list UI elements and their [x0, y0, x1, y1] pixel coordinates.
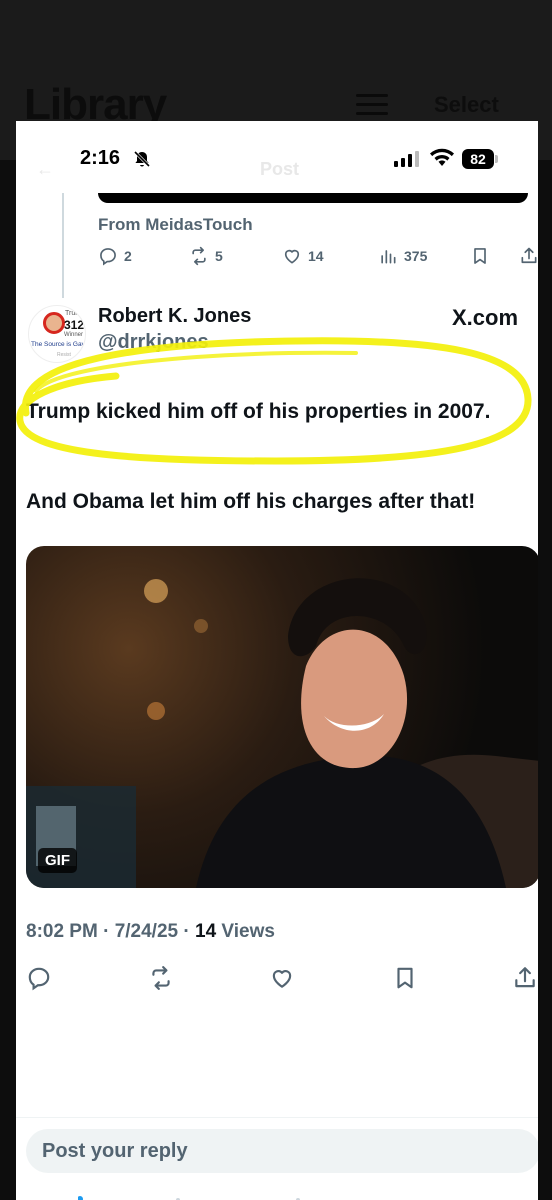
select-button[interactable]: Select: [434, 92, 499, 118]
cellular-signal-icon: [394, 151, 419, 167]
wifi-icon: [430, 148, 454, 166]
reply-input[interactable]: Post your reply: [26, 1129, 538, 1173]
avatar-winner-label: Winner: [64, 332, 84, 338]
post-time: 8:02 PM: [26, 921, 98, 942]
avatar-face-icon: [43, 312, 65, 334]
author-handle[interactable]: @drrkjones: [98, 331, 209, 354]
battery-level: 82: [462, 149, 494, 169]
divider: [16, 1117, 538, 1118]
repost-icon: [152, 966, 170, 990]
reply-icon: [100, 248, 116, 266]
bookmark-button[interactable]: [392, 965, 418, 991]
gif-image: [26, 578, 538, 888]
status-bar: 2:16 ← Post 82: [16, 121, 538, 191]
menu-icon[interactable]: [356, 94, 388, 116]
post-text-line-1: Trump kicked him off of his properties i…: [26, 400, 491, 423]
battery-icon: 82: [462, 149, 502, 169]
like-button[interactable]: 14: [282, 245, 324, 267]
avatar-top-label: Trump: [65, 310, 85, 317]
quoted-media-edge: [98, 193, 528, 203]
share-icon: [521, 247, 537, 264]
reply-icon: [28, 967, 50, 991]
avatar-caption: The Source is Gay: [31, 341, 85, 348]
views-button[interactable]: 375: [378, 245, 427, 267]
post-actions: [16, 965, 538, 991]
repost-button[interactable]: [148, 965, 174, 991]
reply-button[interactable]: 2: [98, 245, 132, 267]
status-time: 2:16: [80, 147, 121, 169]
repost-button[interactable]: 5: [189, 245, 223, 267]
bookmark-icon: [397, 967, 413, 989]
composer-toolbar: [78, 1196, 300, 1200]
reply-placeholder: Post your reply: [42, 1140, 188, 1162]
views-count: 375: [404, 248, 428, 264]
share-button[interactable]: [519, 245, 538, 267]
bookmark-icon: [474, 248, 486, 264]
header-title: Post: [260, 159, 300, 179]
post-text-line-2: And Obama let him off his charges after …: [26, 490, 476, 513]
thread-line: [62, 193, 64, 298]
reply-button[interactable]: [26, 965, 52, 991]
background-strip: [0, 160, 16, 1200]
heart-icon: [272, 970, 292, 988]
bookmark-button[interactable]: [470, 245, 490, 267]
gif-badge: GIF: [38, 848, 77, 873]
avatar-number: 312: [64, 318, 85, 332]
avatar-bottom-label: Resist: [57, 352, 71, 358]
post-date: 7/24/25: [114, 921, 179, 942]
avatar[interactable]: Trump 312 Winner The Source is Gay Resis…: [28, 305, 86, 363]
reply-count: 2: [124, 248, 132, 264]
site-brand: X.com: [452, 305, 519, 330]
post-views-count: 14: [195, 921, 217, 942]
bell-off-icon: [133, 150, 151, 168]
heart-icon: [284, 249, 300, 264]
repost-icon: [192, 246, 206, 266]
like-count: 14: [308, 248, 324, 264]
post-meta: 8:02 PM · 7/24/25 · 14 Views: [26, 921, 275, 942]
like-button[interactable]: [269, 965, 295, 991]
author-name[interactable]: Robert K. Jones: [98, 305, 251, 328]
back-arrow-icon[interactable]: ←: [36, 159, 54, 180]
post-screenshot: 2:16 ← Post 82 From MeidasTouch 2 5 14 3…: [16, 121, 538, 1200]
share-button[interactable]: [512, 965, 538, 991]
background-strip: [538, 160, 552, 1200]
gif-media[interactable]: GIF: [26, 546, 538, 888]
source-label[interactable]: From MeidasTouch: [98, 215, 253, 235]
share-icon: [515, 967, 535, 988]
views-icon: [381, 250, 396, 264]
post-views-label: Views: [221, 921, 275, 942]
repost-count: 5: [215, 248, 223, 264]
